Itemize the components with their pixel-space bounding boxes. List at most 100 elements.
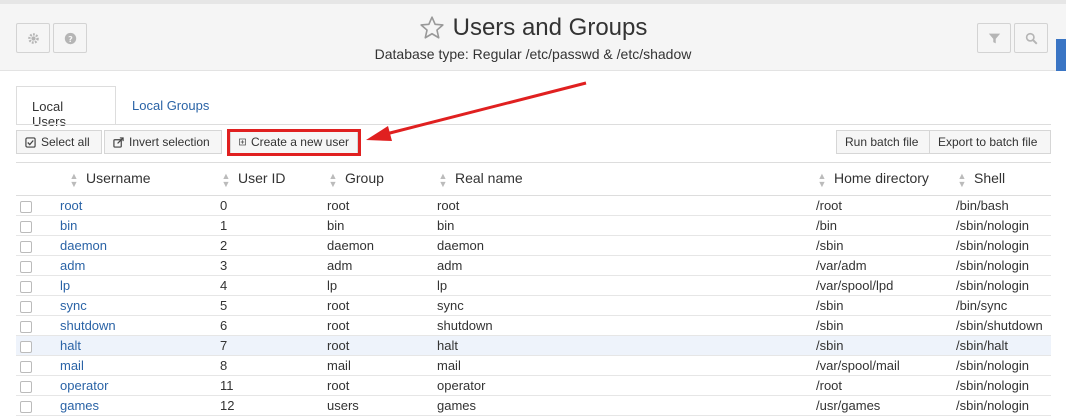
cell-shell: /sbin/nologin bbox=[956, 395, 1051, 416]
table-row[interactable]: games 12 users games/usr/games/sbin/nologin bbox=[16, 395, 1051, 416]
cell-username: operator bbox=[60, 375, 220, 396]
username-link[interactable]: mail bbox=[60, 358, 84, 373]
cell-shell: /sbin/nologin bbox=[956, 215, 1051, 236]
page-header: ? Users and Groups Database type: Regula… bbox=[0, 4, 1066, 71]
side-panel-tab[interactable] bbox=[1056, 39, 1066, 71]
run-batch-file-button[interactable]: Run batch file bbox=[836, 130, 930, 154]
cell-uid: 3 bbox=[220, 255, 324, 276]
row-checkbox[interactable] bbox=[20, 340, 32, 353]
row-checkbox[interactable] bbox=[20, 200, 32, 213]
column-header-shell[interactable]: ▲ ▼ Shell bbox=[956, 162, 1051, 196]
table-row[interactable]: root 0 root root/root/bin/bash bbox=[16, 195, 1051, 216]
cell-realname: halt bbox=[434, 335, 816, 356]
column-header-real-name[interactable]: ▲ ▼ Real name bbox=[434, 162, 816, 196]
cell-username: games bbox=[60, 395, 220, 416]
cell-username: shutdown bbox=[60, 315, 220, 336]
row-select-cell bbox=[16, 355, 60, 376]
username-link[interactable]: sync bbox=[60, 298, 87, 313]
row-checkbox[interactable] bbox=[20, 220, 32, 233]
cell-realname: games bbox=[434, 395, 816, 416]
row-checkbox[interactable] bbox=[20, 300, 32, 313]
cell-username: lp bbox=[60, 275, 220, 296]
table-row[interactable]: bin 1 bin bin/bin/sbin/nologin bbox=[16, 215, 1051, 236]
sort-icon: ▲ ▼ bbox=[817, 170, 827, 189]
invert-selection-label: Invert selection bbox=[129, 135, 210, 149]
table-row[interactable]: mail 8 mail mail/var/spool/mail/sbin/nologi… bbox=[16, 355, 1051, 376]
star-icon[interactable] bbox=[419, 15, 445, 41]
cell-group: mail bbox=[324, 355, 434, 376]
row-checkbox[interactable] bbox=[20, 400, 32, 413]
cell-username: daemon bbox=[60, 235, 220, 256]
annotation-highlight-box bbox=[227, 129, 361, 156]
column-label-user-id: User ID bbox=[238, 170, 286, 187]
check-square-icon bbox=[25, 136, 36, 148]
cell-shell: /sbin/halt bbox=[956, 335, 1051, 356]
cell-username: mail bbox=[60, 355, 220, 376]
row-checkbox[interactable] bbox=[20, 380, 32, 393]
cell-shell: /sbin/nologin bbox=[956, 255, 1051, 276]
select-all-label: Select all bbox=[41, 135, 90, 149]
tab-local-users[interactable]: Local Users bbox=[16, 86, 116, 129]
username-link[interactable]: bin bbox=[60, 218, 77, 233]
select-all-button[interactable]: Select all bbox=[16, 130, 102, 154]
filter-button[interactable] bbox=[977, 23, 1011, 53]
username-link[interactable]: daemon bbox=[60, 238, 107, 253]
username-link[interactable]: halt bbox=[60, 338, 81, 353]
cell-group: root bbox=[324, 315, 434, 336]
table-row[interactable]: daemon 2 daemon daemon/sbin/sbin/nologin bbox=[16, 235, 1051, 256]
table-row[interactable]: shutdown 6 root shutdown/sbin/sbin/shutdown bbox=[16, 315, 1051, 336]
row-select-cell bbox=[16, 235, 60, 256]
cell-uid: 6 bbox=[220, 315, 324, 336]
username-link[interactable]: root bbox=[60, 198, 82, 213]
username-link[interactable]: shutdown bbox=[60, 318, 116, 333]
column-header-user-id[interactable]: ▲ ▼ User ID bbox=[220, 162, 324, 196]
column-header-home-directory[interactable]: ▲ ▼ Home directory bbox=[816, 162, 956, 196]
cell-group: root bbox=[324, 195, 434, 216]
cell-uid: 11 bbox=[220, 375, 324, 396]
column-label-home-directory: Home directory bbox=[834, 170, 929, 187]
cell-realname: operator bbox=[434, 375, 816, 396]
tab-local-groups[interactable]: Local Groups bbox=[117, 86, 237, 125]
column-header-username[interactable]: ▲ ▼ Username bbox=[60, 162, 220, 196]
username-link[interactable]: games bbox=[60, 398, 99, 413]
cell-username: bin bbox=[60, 215, 220, 236]
row-checkbox[interactable] bbox=[20, 240, 32, 253]
cell-shell: /sbin/nologin bbox=[956, 355, 1051, 376]
row-checkbox[interactable] bbox=[20, 260, 32, 273]
table-row[interactable]: operator 11 root operator/root/sbin/nologin bbox=[16, 375, 1051, 396]
cell-shell: /sbin/nologin bbox=[956, 235, 1051, 256]
username-link[interactable]: lp bbox=[60, 278, 70, 293]
table-row[interactable]: lp 4 lp lp/var/spool/lpd/sbin/nologin bbox=[16, 275, 1051, 296]
row-checkbox[interactable] bbox=[20, 280, 32, 293]
row-checkbox[interactable] bbox=[20, 360, 32, 373]
row-select-cell bbox=[16, 255, 60, 276]
sort-icon: ▲ ▼ bbox=[328, 170, 338, 189]
invert-selection-button[interactable]: Invert selection bbox=[104, 130, 222, 154]
username-link[interactable]: adm bbox=[60, 258, 85, 273]
page-subtitle: Database type: Regular /etc/passwd & /et… bbox=[374, 46, 692, 62]
cell-realname: mail bbox=[434, 355, 816, 376]
table-row[interactable]: adm 3 adm adm/var/adm/sbin/nologin bbox=[16, 255, 1051, 276]
filter-icon bbox=[988, 33, 1000, 43]
table-row[interactable]: halt 7 root halt/sbin/sbin/halt bbox=[16, 335, 1051, 356]
cell-uid: 4 bbox=[220, 275, 324, 296]
column-label-username: Username bbox=[86, 170, 151, 187]
cell-group: root bbox=[324, 375, 434, 396]
column-label-real-name: Real name bbox=[455, 170, 523, 187]
cell-group: root bbox=[324, 335, 434, 356]
cell-uid: 12 bbox=[220, 395, 324, 416]
cell-realname: bin bbox=[434, 215, 816, 236]
cell-home: /var/spool/lpd bbox=[816, 275, 956, 296]
row-checkbox[interactable] bbox=[20, 320, 32, 333]
cell-realname: shutdown bbox=[434, 315, 816, 336]
table-row[interactable]: sync 5 root sync/sbin/bin/sync bbox=[16, 295, 1051, 316]
username-link[interactable]: operator bbox=[60, 378, 108, 393]
search-button[interactable] bbox=[1014, 23, 1048, 53]
column-header-group[interactable]: ▲ ▼ Group bbox=[324, 162, 434, 196]
cell-home: /root bbox=[816, 375, 956, 396]
cell-group: adm bbox=[324, 255, 434, 276]
cell-home: /sbin bbox=[816, 335, 956, 356]
invert-selection-icon bbox=[113, 136, 124, 148]
cell-uid: 2 bbox=[220, 235, 324, 256]
export-batch-file-button[interactable]: Export to batch file bbox=[929, 130, 1051, 154]
